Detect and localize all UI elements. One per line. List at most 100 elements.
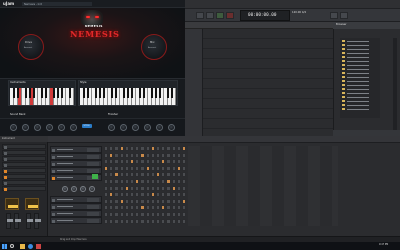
step-cell[interactable] xyxy=(104,159,109,165)
step-cell[interactable] xyxy=(161,172,166,178)
step-cell[interactable] xyxy=(124,165,129,171)
step-cell[interactable] xyxy=(150,198,155,204)
step-cell[interactable] xyxy=(130,192,135,198)
folder-item[interactable] xyxy=(342,72,376,75)
step-cell[interactable] xyxy=(176,146,181,151)
step-cell[interactable] xyxy=(124,179,129,184)
step-cell[interactable] xyxy=(109,192,114,198)
step-cell[interactable] xyxy=(135,218,140,224)
step-cell[interactable] xyxy=(145,198,150,204)
step-cell[interactable] xyxy=(166,152,171,158)
step-cell[interactable] xyxy=(182,218,187,224)
track-row[interactable] xyxy=(50,210,102,217)
step-cell[interactable] xyxy=(156,152,161,158)
browser-scrollbar[interactable] xyxy=(393,38,397,130)
step-cell[interactable] xyxy=(119,159,124,165)
step-cell[interactable] xyxy=(119,185,124,191)
step-cell[interactable] xyxy=(176,179,181,184)
step-cell[interactable] xyxy=(140,152,145,158)
step-cell[interactable] xyxy=(156,192,161,198)
step-cell[interactable] xyxy=(166,192,171,198)
instrument-row[interactable] xyxy=(2,150,46,155)
step-cell[interactable] xyxy=(171,218,176,224)
step-cell[interactable] xyxy=(150,146,155,151)
step-cell[interactable] xyxy=(109,205,114,211)
step-cell[interactable] xyxy=(124,146,129,151)
step-cell[interactable] xyxy=(119,205,124,211)
step-cell[interactable] xyxy=(156,212,161,217)
preset-selector[interactable]: Nemesis - Init xyxy=(22,2,92,6)
step-cell[interactable] xyxy=(156,198,161,204)
step-cell[interactable] xyxy=(104,198,109,204)
folder-item[interactable] xyxy=(342,68,376,71)
step-cell[interactable] xyxy=(130,159,135,165)
step-cell[interactable] xyxy=(166,165,171,171)
step-cell[interactable] xyxy=(119,146,124,151)
step-cell[interactable] xyxy=(130,198,135,204)
step-cell[interactable] xyxy=(135,146,140,151)
folder-item[interactable] xyxy=(342,96,376,99)
track-row[interactable] xyxy=(50,167,102,174)
step-cell[interactable] xyxy=(124,185,129,191)
step-cell[interactable] xyxy=(182,165,187,171)
folder-item[interactable] xyxy=(342,44,376,47)
step-cell[interactable] xyxy=(156,185,161,191)
step-cell[interactable] xyxy=(109,212,114,217)
folder-item[interactable] xyxy=(342,52,376,55)
daw-icon[interactable] xyxy=(36,243,41,249)
finisher-knob[interactable] xyxy=(144,124,151,131)
step-cell[interactable] xyxy=(161,179,166,184)
record-button[interactable] xyxy=(226,12,234,19)
step-cell[interactable] xyxy=(114,212,119,217)
finisher-knob[interactable] xyxy=(156,124,163,131)
step-cell[interactable] xyxy=(145,152,150,158)
step-cell[interactable] xyxy=(171,179,176,184)
step-cell[interactable] xyxy=(104,205,109,211)
step-cell[interactable] xyxy=(114,152,119,158)
step-cell[interactable] xyxy=(145,205,150,211)
step-cell[interactable] xyxy=(124,198,129,204)
step-cell[interactable] xyxy=(176,205,181,211)
param-knob[interactable] xyxy=(10,124,17,131)
step-cell[interactable] xyxy=(171,205,176,211)
loop-button[interactable] xyxy=(340,12,348,19)
search-icon[interactable] xyxy=(10,243,14,248)
step-cell[interactable] xyxy=(130,212,135,217)
step-cell[interactable] xyxy=(145,146,150,151)
step-cell[interactable] xyxy=(176,185,181,191)
step-cell[interactable] xyxy=(156,172,161,178)
step-cell[interactable] xyxy=(145,218,150,224)
step-cell[interactable] xyxy=(140,165,145,171)
step-cell[interactable] xyxy=(150,185,155,191)
step-cell[interactable] xyxy=(182,198,187,204)
step-cell[interactable] xyxy=(119,165,124,171)
step-cell[interactable] xyxy=(130,179,135,184)
step-cell[interactable] xyxy=(135,159,140,165)
step-cell[interactable] xyxy=(145,165,150,171)
step-cell[interactable] xyxy=(171,172,176,178)
step-cell[interactable] xyxy=(176,152,181,158)
step-cell[interactable] xyxy=(114,179,119,184)
step-cell[interactable] xyxy=(171,192,176,198)
step-cell[interactable] xyxy=(145,179,150,184)
instrument-row[interactable] xyxy=(2,162,46,167)
step-cell[interactable] xyxy=(140,192,145,198)
step-cell[interactable] xyxy=(166,146,171,151)
step-cell[interactable] xyxy=(176,159,181,165)
step-cell[interactable] xyxy=(109,146,114,151)
step-cell[interactable] xyxy=(171,212,176,217)
step-cell[interactable] xyxy=(156,179,161,184)
tempo-readout[interactable]: 120.00 4/4 xyxy=(292,11,306,15)
step-cell[interactable] xyxy=(135,179,140,184)
step-cell[interactable] xyxy=(182,212,187,217)
step-cell[interactable] xyxy=(156,146,161,151)
folder-item[interactable] xyxy=(342,92,376,95)
step-cell[interactable] xyxy=(150,192,155,198)
step-cell[interactable] xyxy=(182,146,187,151)
step-cell[interactable] xyxy=(135,152,140,158)
step-cell[interactable] xyxy=(166,205,171,211)
step-cell[interactable] xyxy=(130,152,135,158)
step-cell[interactable] xyxy=(161,205,166,211)
step-cell[interactable] xyxy=(124,218,129,224)
step-cell[interactable] xyxy=(114,218,119,224)
